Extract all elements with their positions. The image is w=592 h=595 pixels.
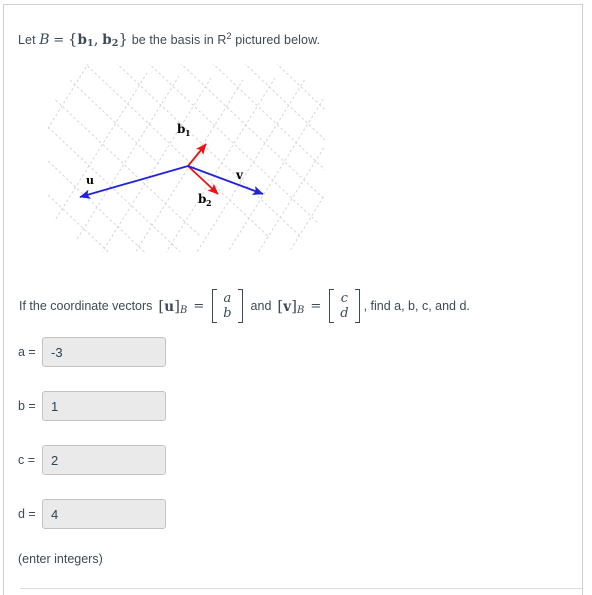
lattice-figure-svg: b 1 b 2 u v (0, 41, 371, 297)
v-matrix-entry-d: d (340, 306, 349, 321)
basis-close-brace: } (118, 30, 129, 48)
answer-row-c: c = (18, 444, 166, 476)
u-basis-subscript: B (179, 304, 188, 316)
basis-comma: , (93, 30, 99, 48)
coordinate-vector-sentence: If the coordinate vectors [u]B = a b and… (19, 289, 470, 323)
vector-v-arrow (187, 165, 264, 195)
answer-label-c: c = (18, 453, 36, 467)
coord-and-text: and (250, 299, 272, 313)
u-symbol: u (164, 298, 175, 315)
answer-input-d[interactable] (42, 499, 166, 529)
coord-lead-text: If the coordinate vectors (19, 299, 153, 313)
basis-vector-b1: b (77, 32, 88, 48)
answer-label-b: b = (18, 399, 36, 413)
answer-row-a: a = (18, 336, 166, 368)
u-matrix-entry-a: a (223, 291, 232, 306)
statement-prefix: Let (18, 33, 36, 47)
answer-row-b: b = (18, 390, 166, 422)
statement-exponent: 2 (226, 31, 232, 41)
problem-statement: Let B = {b1, b2} be the basis in R2 pict… (18, 30, 320, 49)
answer-label-a: a = (18, 345, 36, 359)
basis-symbol: B (39, 32, 50, 48)
answer-label-d: d = (18, 507, 36, 521)
u-coordinate-matrix: a b (212, 289, 243, 323)
u-equals: = (193, 298, 205, 314)
basis-equals: = (53, 33, 65, 48)
vector-b1-arrow (187, 143, 207, 167)
u-matrix-right-bracket (237, 289, 243, 323)
bottom-divider (20, 588, 582, 589)
answer-input-c[interactable] (42, 445, 166, 475)
answer-row-d: d = (18, 498, 166, 530)
answer-input-a[interactable] (42, 337, 166, 367)
basis-vector-lattice-diagram: b 1 b 2 u v (0, 41, 371, 297)
v-basis-subscript: B (296, 304, 305, 316)
answer-format-hint: (enter integers) (18, 552, 103, 566)
basis-vector-b1-subscript: 1 (87, 38, 94, 49)
statement-tail: pictured below. (235, 33, 321, 47)
u-matrix-entry-b: b (223, 306, 232, 321)
vector-v-label: v (235, 168, 244, 182)
v-equals: = (310, 298, 322, 314)
vector-u-arrow (79, 165, 189, 199)
vector-b1-label-subscript: 1 (185, 128, 191, 138)
statement-suffix: be the basis in R (131, 33, 227, 47)
answer-input-b[interactable] (42, 391, 166, 421)
vector-u-label: u (86, 174, 94, 187)
vector-b2-label-subscript: 2 (206, 198, 212, 208)
v-coordinate-matrix: c d (329, 289, 360, 323)
v-symbol: v (283, 298, 292, 315)
question-content: Let B = {b1, b2} be the basis in R2 pict… (0, 0, 592, 595)
vector-b2-arrow (187, 165, 219, 195)
v-matrix-entry-c: c (340, 291, 349, 306)
basis-vector-b2: b (102, 32, 112, 48)
v-matrix-right-bracket (354, 289, 360, 323)
coord-tail-text: , find a, b, c, and d. (363, 299, 470, 313)
